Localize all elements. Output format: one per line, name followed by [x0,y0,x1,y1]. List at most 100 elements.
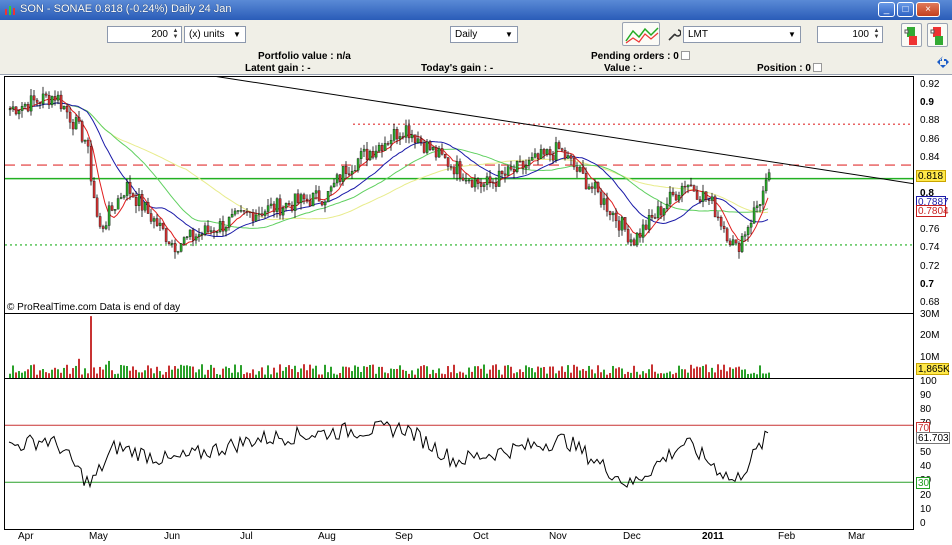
volume-bar [402,369,404,378]
candle-body [755,205,759,208]
candle-body [752,207,756,224]
sell-order-icon[interactable] [927,23,948,47]
chevron-down-icon: ▼ [233,30,241,39]
rsi-tick: 40 [920,461,932,472]
volume-bar [537,366,539,378]
rsi-panel[interactable] [4,378,914,530]
order-type-select[interactable]: LMT ▼ [683,26,801,43]
price-quantity-input[interactable]: 100 ▲ ▼ [817,26,883,43]
candle-body [407,125,411,139]
rsi-tick: 50 [920,446,932,458]
candle-body [134,197,138,206]
volume-bar [324,364,326,378]
candle-body [53,96,57,101]
rsi-tick: 80 [920,404,932,415]
candle-body [209,230,213,232]
period-select[interactable]: Daily ▼ [450,26,518,43]
candle-body [14,106,18,115]
volume-bar [282,370,284,378]
candle-body [230,214,234,218]
candle-body [713,196,717,218]
candle-body [23,104,27,107]
volume-bar [693,368,695,378]
maximize-button[interactable]: □ [897,2,914,17]
volume-bar [582,369,584,378]
volume-bar [453,364,455,378]
rsi-tick: 10 [920,503,932,515]
date-tick: Apr [18,531,34,542]
volume-panel[interactable] [4,313,914,379]
candle-body [434,147,438,158]
candle-body [569,155,573,159]
rsi-tick: 20 [920,489,932,501]
quantity-stepper[interactable]: ▲ ▼ [171,28,180,41]
candle-body [506,166,510,176]
candle-body [662,208,666,216]
candle-body [635,232,639,246]
wrench-icon[interactable] [666,26,681,43]
candle-body [701,191,705,202]
candle-body [458,161,462,179]
candle-body [509,166,513,170]
date-tick: Nov [549,531,567,542]
quantity-input[interactable]: 200 ▲ ▼ [107,26,182,43]
candle-body [284,203,288,209]
candle-body [590,186,594,189]
candle-body [410,134,414,139]
candle-body [47,95,51,106]
candle-body [377,144,381,152]
candle-body [599,191,603,205]
buy-order-icon[interactable] [901,23,922,47]
ma-short-tag: 0.7804 [916,205,949,217]
price-tick: 0.92 [920,79,940,91]
volume-bar [642,371,644,378]
volume-bar [369,364,371,378]
candle-body [320,201,324,206]
volume-bar [540,367,542,378]
candle-body [698,199,702,202]
units-select[interactable]: (x) units ▼ [184,26,246,43]
volume-bar [294,365,296,378]
volume-bar [489,369,491,378]
volume-bar [651,364,653,378]
price-chart-panel[interactable] [4,76,914,314]
volume-bar [585,370,587,378]
candle-body [26,104,30,112]
candle-body [371,151,375,158]
candle-body [581,166,585,174]
volume-bar [252,369,254,378]
close-button[interactable]: × [916,2,940,17]
volume-bar [42,369,44,378]
candle-body [227,216,231,228]
volume-bar [711,367,713,378]
candle-body [728,240,732,246]
candle-body [122,195,126,198]
volume-bar [741,369,743,378]
candle-body [347,173,351,175]
candle-body [296,193,300,203]
volume-bar [726,371,728,378]
candle-body [665,203,669,209]
minimize-button[interactable]: _ [878,2,895,17]
volume-bar [498,369,500,378]
volume-bar [678,365,680,378]
candle-body [356,158,360,171]
zoom-icon[interactable] [680,51,690,60]
candle-body [224,227,228,232]
candle-body [182,237,186,244]
volume-bar [528,367,530,378]
zoom-icon[interactable] [812,63,822,72]
move-arrows-icon[interactable] [936,55,950,69]
candle-body [422,142,426,153]
volume-bar [432,369,434,378]
volume-bar [576,366,578,378]
volume-bar [213,367,215,378]
candle-body [401,136,405,138]
candle-body [653,217,657,219]
candle-body [656,206,660,218]
price-quantity-stepper[interactable]: ▲ ▼ [872,28,881,41]
candle-body [389,140,393,144]
volume-bar [12,365,14,378]
chart-style-icon[interactable] [622,22,660,46]
candle-body [479,183,483,187]
